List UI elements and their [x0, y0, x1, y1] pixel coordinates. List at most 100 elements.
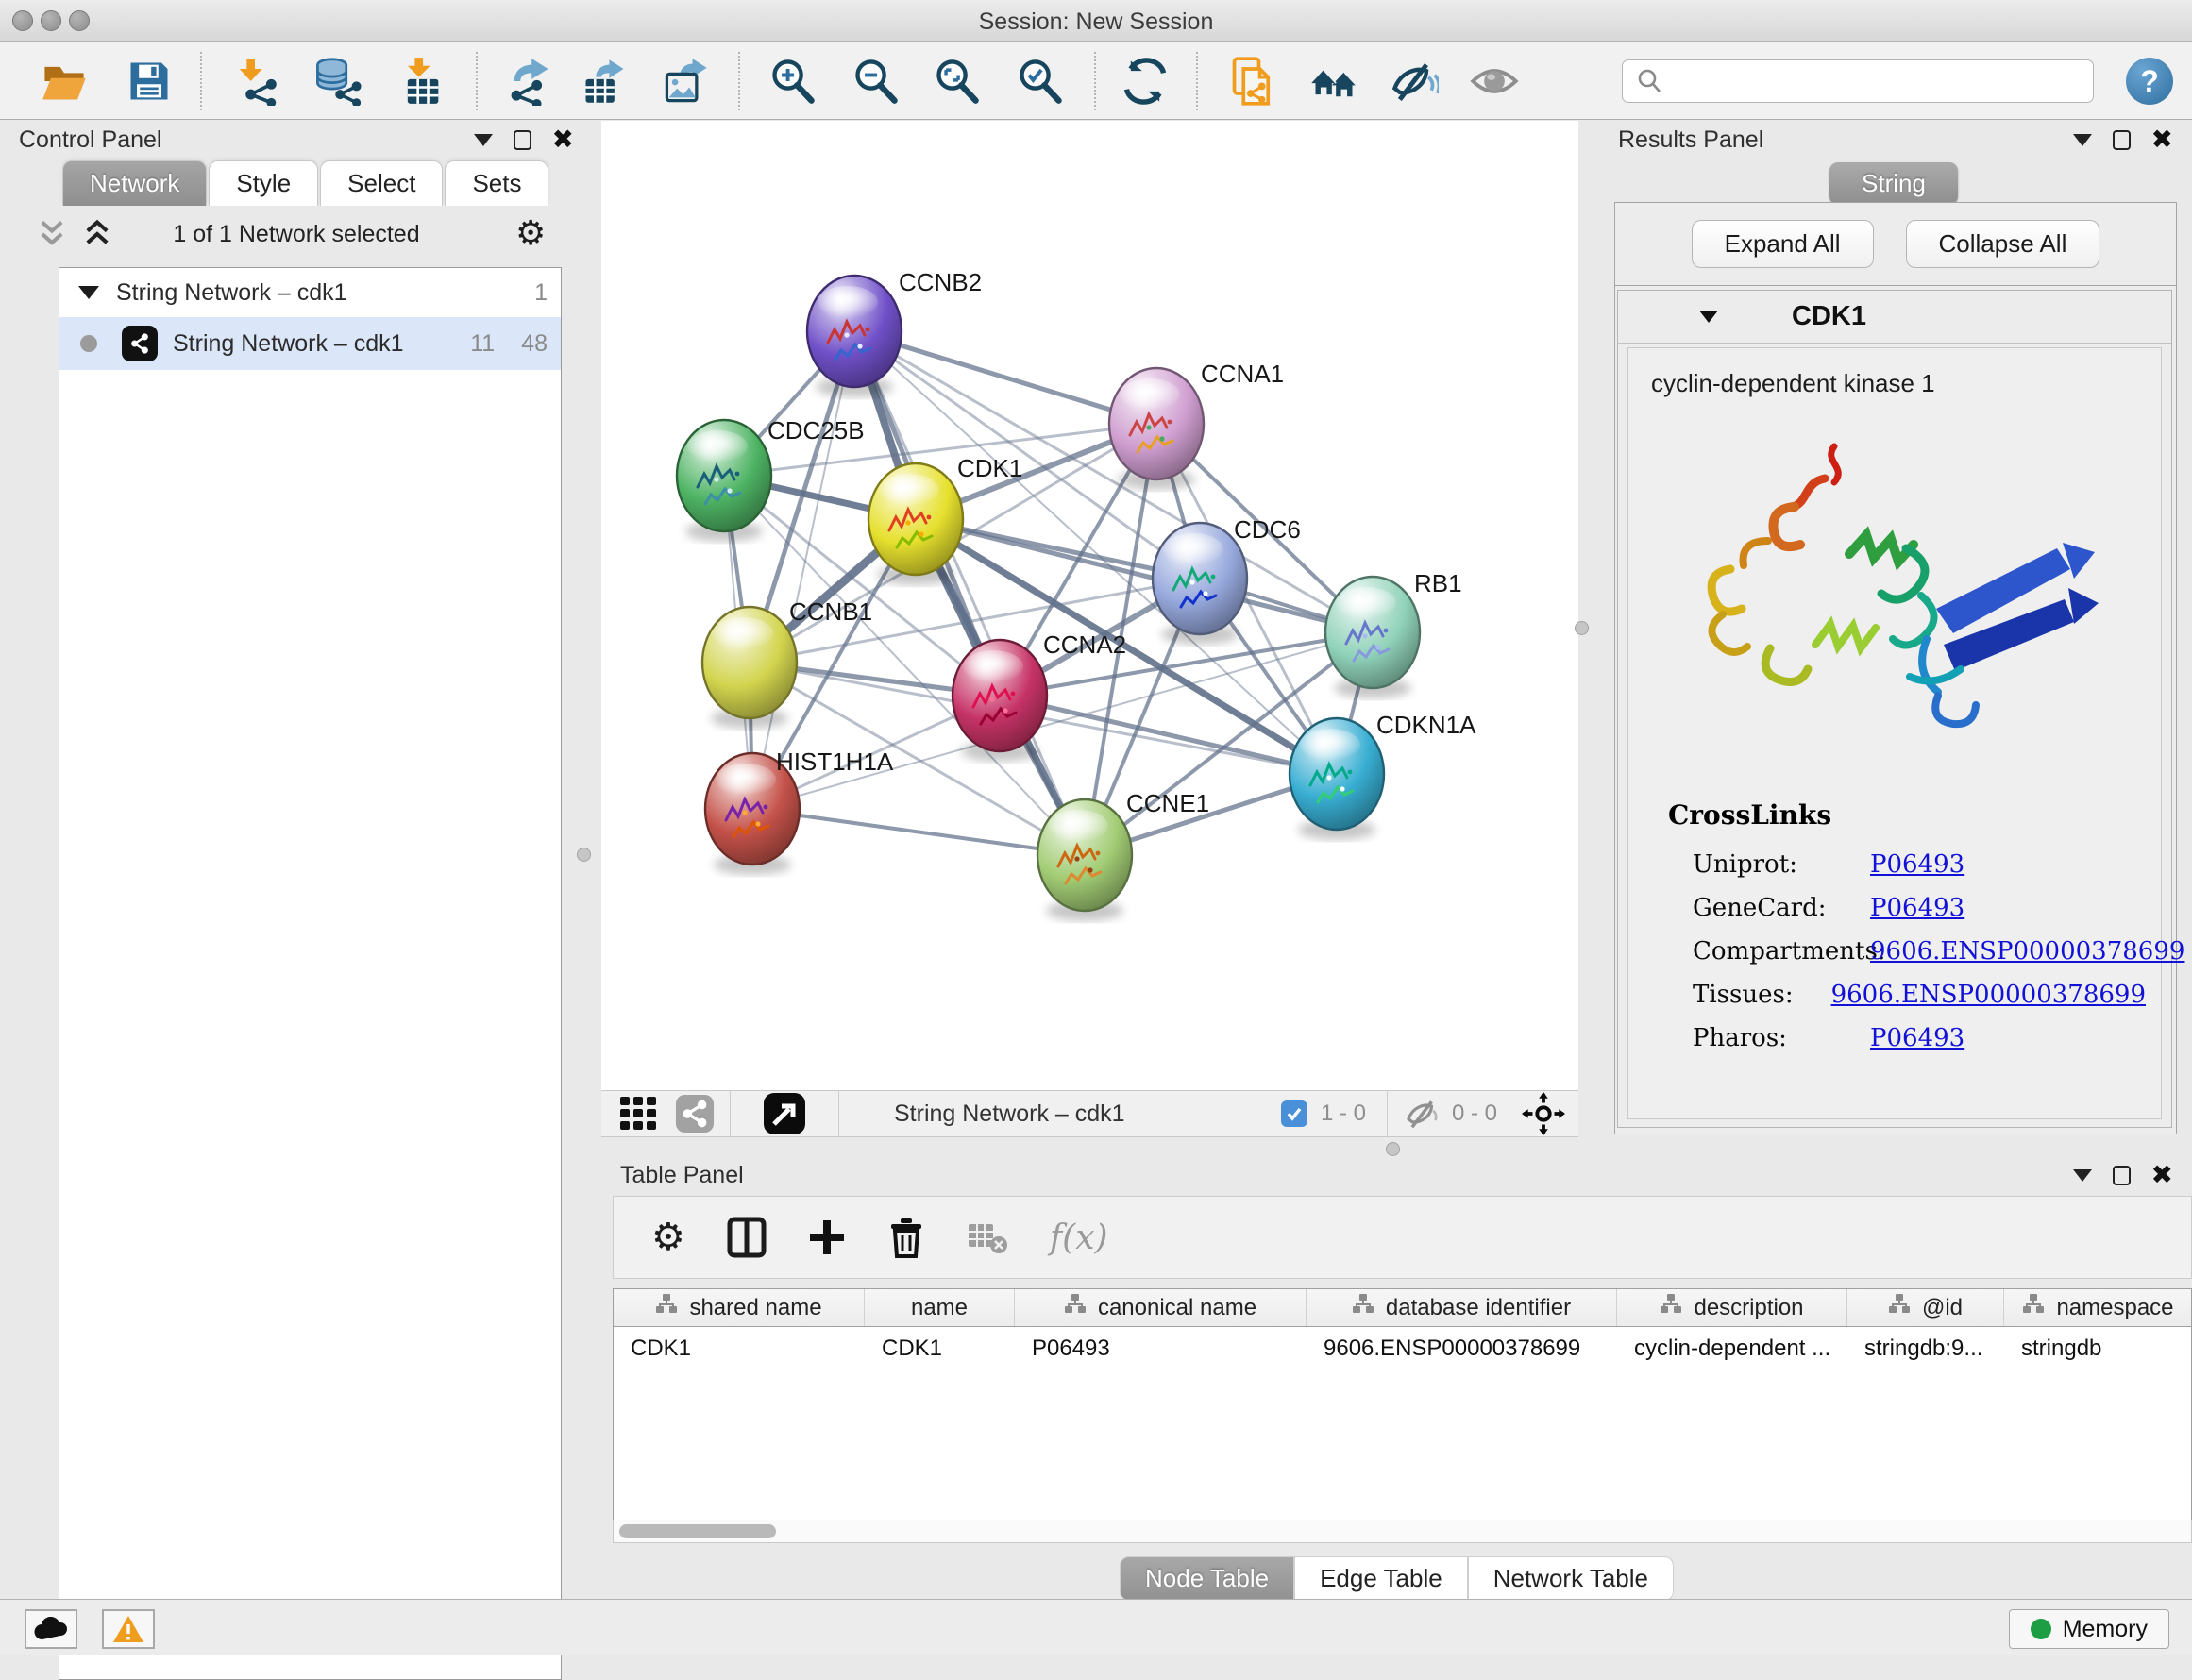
table-cell[interactable]: CDK1: [865, 1336, 1015, 1362]
zoom-fit-button[interactable]: [933, 57, 982, 106]
node-CCNE1[interactable]: [1037, 799, 1132, 921]
collapse-all-button[interactable]: Collapse All: [1906, 220, 2100, 268]
import-table-button[interactable]: [397, 57, 447, 106]
column-header-description[interactable]: description: [1617, 1289, 1847, 1326]
panel-float-icon[interactable]: [2113, 130, 2131, 150]
table-hscrollbar-thumb[interactable]: [619, 1524, 776, 1538]
open-session-button[interactable]: [40, 57, 89, 106]
hide-glass-button[interactable]: [1390, 57, 1439, 106]
network-view-share-icon[interactable]: [675, 1094, 715, 1134]
table-row[interactable]: CDK1CDK1P064939606.ENSP00000378699cyclin…: [614, 1327, 2191, 1370]
tab-network-table[interactable]: Network Table: [1468, 1556, 1674, 1601]
column-header-namespace[interactable]: namespace: [2004, 1289, 2192, 1326]
tab-string[interactable]: String: [1829, 162, 1958, 205]
section-expander-icon[interactable]: [1699, 311, 1718, 323]
panel-float-icon[interactable]: [2113, 1166, 2131, 1185]
panel-menu-icon[interactable]: [474, 134, 493, 146]
column-header-database-identifier[interactable]: database identifier: [1307, 1289, 1617, 1326]
table-cell[interactable]: CDK1: [614, 1336, 865, 1362]
table-cell[interactable]: stringdb: [2004, 1336, 2192, 1362]
panel-menu-icon[interactable]: [2073, 1169, 2092, 1182]
column-header-shared-name[interactable]: shared name: [614, 1289, 865, 1326]
node-CCNA1[interactable]: [1109, 368, 1204, 490]
edge-CCNA2-CDKN1A[interactable]: [1000, 696, 1337, 774]
crosslink-link[interactable]: P06493: [1870, 850, 1964, 879]
left-splitter-handle[interactable]: [577, 848, 591, 862]
birds-eye-view-icon[interactable]: [763, 1092, 806, 1135]
right-splitter-handle[interactable]: [1575, 621, 1589, 635]
show-glass-button[interactable]: [1470, 57, 1519, 106]
panel-menu-icon[interactable]: [2073, 134, 2092, 146]
gene-description: cyclin-dependent kinase 1: [1651, 369, 2161, 398]
node-CDKN1A[interactable]: [1290, 718, 1384, 840]
column-header-canonical-name[interactable]: canonical name: [1015, 1289, 1307, 1326]
add-column-icon[interactable]: [808, 1218, 846, 1256]
node-CCNB1[interactable]: [702, 607, 797, 729]
edge-CCNB2-CCNE1[interactable]: [854, 331, 1085, 855]
string-import-button[interactable]: [1228, 57, 1277, 106]
tab-sets[interactable]: Sets: [445, 160, 548, 206]
edge-CCNB2-HIST1H1A[interactable]: [752, 331, 854, 809]
column-header--id[interactable]: @id: [1847, 1289, 2004, 1326]
move-crosshair-icon[interactable]: [1522, 1092, 1565, 1135]
node-RB1[interactable]: [1325, 577, 1420, 698]
tab-style[interactable]: Style: [209, 160, 318, 206]
grid-view-icon[interactable]: [618, 1093, 660, 1134]
edge-HIST1H1A-CCNE1[interactable]: [752, 809, 1085, 855]
home-organisms-button[interactable]: [1309, 57, 1358, 106]
selected-nodes-checkbox[interactable]: [1281, 1100, 1307, 1127]
zoom-out-button[interactable]: [852, 57, 901, 106]
network-collection-row[interactable]: String Network – cdk1 1: [59, 268, 561, 317]
help-button[interactable]: ?: [2126, 58, 2173, 105]
zoom-selected-button[interactable]: [1016, 57, 1065, 106]
zoom-in-button[interactable]: [768, 57, 818, 106]
table-cell[interactable]: stringdb:9...: [1847, 1336, 2004, 1362]
network-list-item[interactable]: String Network – cdk1 11 48: [59, 317, 561, 370]
column-header-name[interactable]: name: [865, 1289, 1015, 1326]
table-panel-title: Table Panel: [620, 1162, 744, 1189]
node-CCNA2[interactable]: [953, 640, 1047, 762]
export-network-button[interactable]: [504, 57, 553, 106]
expand-all-button[interactable]: Expand All: [1692, 220, 1874, 268]
table-hscrollbar[interactable]: [613, 1520, 2192, 1543]
crosslink-link[interactable]: P06493: [1870, 1024, 1964, 1052]
edge-CDK1-RB1[interactable]: [916, 519, 1373, 632]
table-gear-icon[interactable]: ⚙: [651, 1218, 685, 1256]
crosslink-link[interactable]: 9606.ENSP00000378699: [1870, 937, 2184, 966]
table-cell[interactable]: 9606.ENSP00000378699: [1307, 1336, 1617, 1362]
tab-select[interactable]: Select: [320, 160, 443, 206]
panel-close-icon[interactable]: ✖: [552, 126, 574, 153]
network-canvas[interactable]: CCNB2CCNA1CDC25BCDK1CDC6RB1CCNB1CCNA2CDK…: [601, 121, 1578, 1090]
panel-float-icon[interactable]: [514, 130, 531, 150]
import-network-button[interactable]: [230, 57, 279, 106]
node-CDC25B[interactable]: [677, 420, 771, 542]
export-image-button[interactable]: [662, 57, 711, 106]
tab-node-table[interactable]: Node Table: [1120, 1556, 1294, 1601]
gene-section-header[interactable]: CDK1: [1618, 291, 2171, 344]
crosslink-link[interactable]: 9606.ENSP00000378699: [1831, 981, 2146, 1009]
search-input[interactable]: [1674, 68, 2093, 94]
delete-trash-icon[interactable]: [887, 1217, 925, 1258]
node-table[interactable]: shared namename canonical name database …: [613, 1288, 2192, 1520]
expander-triangle-icon[interactable]: [78, 286, 99, 299]
bottom-splitter-handle[interactable]: [1386, 1142, 1400, 1156]
export-table-button[interactable]: [580, 57, 629, 106]
crosslink-link[interactable]: P06493: [1870, 894, 1964, 922]
gear-icon[interactable]: ⚙: [515, 217, 546, 251]
warnings-button[interactable]: [102, 1609, 155, 1649]
save-session-button[interactable]: [125, 57, 174, 106]
edge-count: 48: [521, 330, 548, 358]
tab-network[interactable]: Network: [62, 160, 207, 206]
current-network-dot: [80, 335, 97, 352]
tab-edge-table[interactable]: Edge Table: [1294, 1556, 1468, 1601]
table-cell[interactable]: P06493: [1015, 1336, 1307, 1362]
import-network-from-database-button[interactable]: [312, 57, 362, 106]
table-cell[interactable]: cyclin-dependent ...: [1617, 1336, 1847, 1362]
cloud-tasks-button[interactable]: [25, 1609, 77, 1649]
columns-icon[interactable]: [727, 1217, 767, 1258]
memory-button[interactable]: Memory: [2009, 1609, 2169, 1649]
panel-close-icon[interactable]: ✖: [2151, 1162, 2173, 1188]
node-CCNB2[interactable]: [807, 276, 902, 397]
panel-close-icon[interactable]: ✖: [2151, 126, 2173, 153]
apply-layout-button[interactable]: [1121, 57, 1170, 106]
